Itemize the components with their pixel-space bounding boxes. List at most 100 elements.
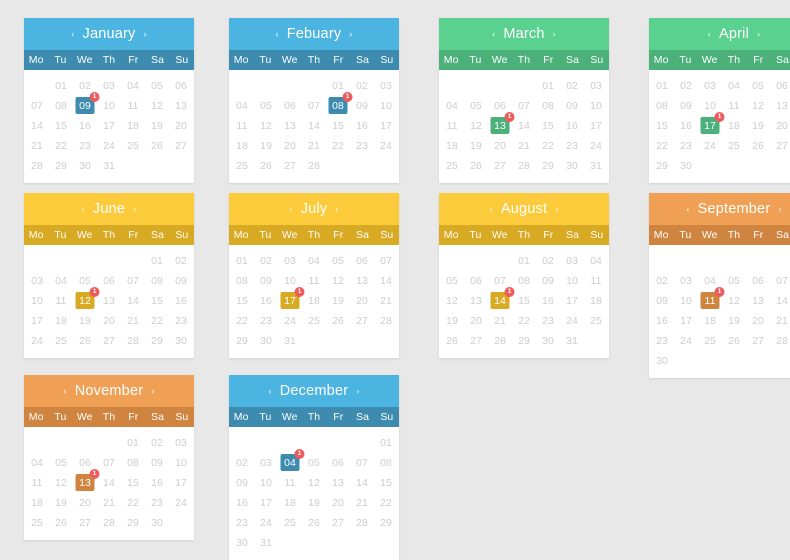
day-cell[interactable]: 08 (121, 454, 145, 471)
day-cell[interactable]: 10 (25, 292, 49, 309)
day-cell[interactable]: 01 (230, 252, 254, 269)
next-month-arrow-icon[interactable]: › (150, 386, 155, 396)
day-cell[interactable]: 16 (650, 312, 674, 329)
day-cell[interactable]: 12 (302, 474, 326, 491)
prev-month-arrow-icon[interactable]: ‹ (685, 204, 690, 214)
day-cell[interactable]: 01 (536, 77, 560, 94)
prev-month-arrow-icon[interactable]: ‹ (289, 204, 294, 214)
day-cell[interactable]: 02 (145, 434, 169, 451)
day-cell[interactable]: 05 (49, 454, 73, 471)
day-cell[interactable]: 20 (488, 137, 512, 154)
day-cell[interactable]: 20 (350, 292, 374, 309)
day-cell[interactable]: 26 (722, 332, 746, 349)
day-cell[interactable]: 25 (440, 157, 464, 174)
day-cell[interactable]: 16 (350, 117, 374, 134)
day-cell[interactable]: 22 (536, 137, 560, 154)
day-cell[interactable]: 04 (49, 272, 73, 289)
day-cell[interactable]: 05 (326, 252, 350, 269)
day-cell[interactable]: 06 (350, 252, 374, 269)
day-cell[interactable]: 18 (440, 137, 464, 154)
day-cell[interactable]: 04 (584, 252, 608, 269)
day-cell[interactable]: 12 (49, 474, 73, 491)
day-cell[interactable]: 27 (73, 514, 97, 531)
day-cell[interactable]: 20 (278, 137, 302, 154)
day-cell[interactable]: 18 (49, 312, 73, 329)
day-cell[interactable]: 11 (302, 272, 326, 289)
prev-month-arrow-icon[interactable]: ‹ (268, 386, 273, 396)
day-cell[interactable]: 17 (584, 117, 608, 134)
day-cell[interactable]: 01 (145, 252, 169, 269)
day-cell[interactable]: 21 (121, 312, 145, 329)
day-cell[interactable]: 21 (97, 494, 121, 511)
day-cell[interactable]: 14 (374, 272, 398, 289)
day-cell[interactable]: 26 (746, 137, 770, 154)
day-cell[interactable]: 19 (464, 137, 488, 154)
prev-month-arrow-icon[interactable]: ‹ (489, 204, 494, 214)
prev-month-arrow-icon[interactable]: ‹ (707, 29, 712, 39)
day-cell[interactable]: 11 (25, 474, 49, 491)
day-cell[interactable]: 02 (350, 77, 374, 94)
day-cell[interactable]: 12 (440, 292, 464, 309)
day-cell[interactable]: 17 (25, 312, 49, 329)
next-month-arrow-icon[interactable]: › (756, 29, 761, 39)
day-cell[interactable]: 15 (49, 117, 73, 134)
day-cell[interactable]: 31 (254, 534, 278, 551)
day-cell[interactable]: 30 (73, 157, 97, 174)
day-cell[interactable]: 07 (770, 272, 790, 289)
day-cell[interactable]: 16 (230, 494, 254, 511)
day-cell[interactable]: 18 (25, 494, 49, 511)
day-cell[interactable]: 16 (254, 292, 278, 309)
day-cell[interactable]: 29 (121, 514, 145, 531)
next-month-arrow-icon[interactable]: › (143, 29, 148, 39)
day-cell[interactable]: 06 (169, 77, 193, 94)
day-cell[interactable]: 07 (374, 252, 398, 269)
day-cell[interactable]: 21 (25, 137, 49, 154)
day-cell[interactable]: 17 (560, 292, 584, 309)
day-cell[interactable]: 30 (560, 157, 584, 174)
day-cell[interactable]: 27 (350, 312, 374, 329)
day-cell[interactable]: 10 (169, 454, 193, 471)
day-cell[interactable]: 26 (49, 514, 73, 531)
day-cell[interactable]: 13 (770, 97, 790, 114)
next-month-arrow-icon[interactable]: › (777, 204, 782, 214)
day-cell[interactable]: 29 (536, 157, 560, 174)
day-cell[interactable]: 28 (374, 312, 398, 329)
day-cell[interactable]: 25 (302, 312, 326, 329)
day-cell[interactable]: 17 (254, 494, 278, 511)
day-cell[interactable]: 25 (49, 332, 73, 349)
day-cell[interactable]: 08 (145, 272, 169, 289)
day-cell[interactable]: 04 (121, 77, 145, 94)
day-cell[interactable]: 05 (145, 77, 169, 94)
day-cell[interactable]: 22 (230, 312, 254, 329)
day-cell[interactable]: 20 (464, 312, 488, 329)
day-cell[interactable]: 05 (302, 454, 326, 471)
day-cell[interactable]: 15 (121, 474, 145, 491)
day-cell[interactable]: 14 (25, 117, 49, 134)
day-cell[interactable]: 20 (73, 494, 97, 511)
day-cell[interactable]: 23 (254, 312, 278, 329)
day-cell[interactable]: 08 (230, 272, 254, 289)
day-cell[interactable]: 22 (49, 137, 73, 154)
day-cell-active-13[interactable]: 13 1 (488, 112, 515, 134)
day-cell[interactable]: 12 (326, 272, 350, 289)
day-cell[interactable]: 10 (97, 97, 121, 114)
day-cell[interactable]: 13 (746, 292, 770, 309)
day-cell[interactable]: 17 (374, 117, 398, 134)
day-cell[interactable]: 30 (145, 514, 169, 531)
day-cell[interactable]: 14 (302, 117, 326, 134)
day-cell[interactable]: 10 (584, 97, 608, 114)
day-cell[interactable]: 20 (746, 312, 770, 329)
day-cell[interactable]: 28 (121, 332, 145, 349)
day-cell[interactable]: 23 (350, 137, 374, 154)
day-cell[interactable]: 23 (230, 514, 254, 531)
day-cell[interactable]: 15 (230, 292, 254, 309)
day-cell[interactable]: 15 (374, 474, 398, 491)
day-cell[interactable]: 15 (326, 117, 350, 134)
day-cell[interactable]: 01 (512, 252, 536, 269)
day-cell[interactable]: 30 (536, 332, 560, 349)
day-cell[interactable]: 03 (254, 454, 278, 471)
day-cell[interactable]: 05 (440, 272, 464, 289)
day-cell[interactable]: 18 (698, 312, 722, 329)
day-cell[interactable]: 14 (770, 292, 790, 309)
day-cell[interactable]: 23 (674, 137, 698, 154)
